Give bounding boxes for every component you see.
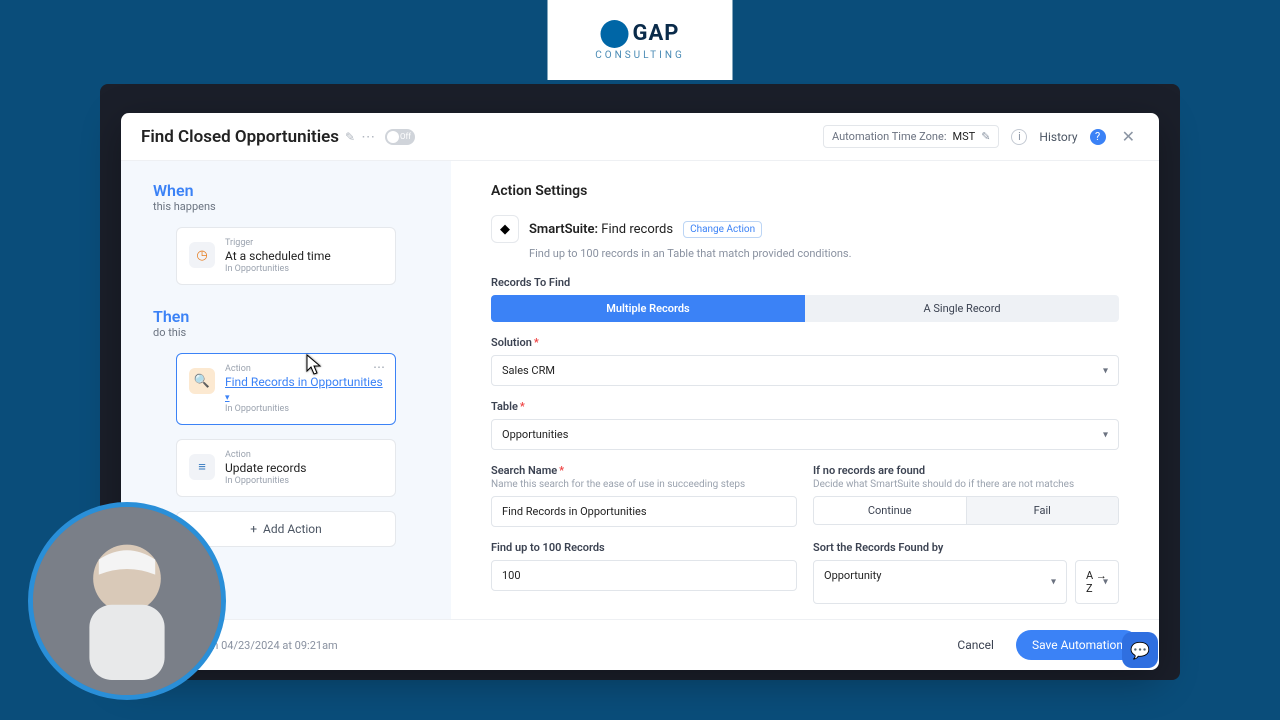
table-select[interactable]: Opportunities [491,419,1119,450]
brand-badge: GAP CONSULTING [548,0,733,80]
app-name: SmartSuite: Find records [529,222,673,237]
action-settings-panel: Action Settings ◆ SmartSuite: Find recor… [451,161,1159,619]
save-automation-button[interactable]: Save Automation [1016,630,1139,660]
automation-modal: Find Closed Opportunities ✎ ⋯ Off Automa… [121,113,1159,670]
modal-header: Find Closed Opportunities ✎ ⋯ Off Automa… [121,113,1159,161]
when-sub: this happens [153,200,216,213]
then-title: Then [153,307,189,326]
change-action-button[interactable]: Change Action [683,221,762,238]
modal-footer: th Pronovost on 04/23/2024 at 09:21am Ca… [121,619,1159,670]
smartsuite-app-icon: ◆ [491,215,519,243]
then-sub: do this [153,326,189,339]
records-to-find-segment: Multiple Records A Single Record [491,295,1119,322]
add-action-button[interactable]: + Add Action [176,511,396,547]
trigger-card[interactable]: ◷ Trigger At a scheduled time In Opportu… [176,227,396,285]
action-find-records-card[interactable]: ⋯ 🔍 Action Find Records in Opportunities… [176,353,396,425]
edit-title-icon[interactable]: ✎ [345,130,355,144]
search-name-label: Search Name* [491,464,797,477]
app-desc: Find up to 100 records in an Table that … [529,247,1119,260]
action1-sub: In Opportunities [225,404,383,414]
history-link[interactable]: History [1039,130,1077,144]
when-header: When this happens [151,181,216,213]
automation-title: Find Closed Opportunities [141,127,339,147]
plus-icon: + [250,522,257,536]
continue-option[interactable]: Continue [814,497,966,524]
search-name-input[interactable] [491,496,797,527]
records-to-find-label: Records To Find [491,276,1119,289]
fail-option[interactable]: Fail [966,497,1119,524]
automation-toggle[interactable]: Off [385,129,415,145]
trigger-sub: In Opportunities [225,264,383,274]
sort-by-label: Sort the Records Found by [813,541,1119,554]
timezone-pill[interactable]: Automation Time Zone: MST ✎ [823,125,999,148]
schedule-icon: ◷ [189,242,215,268]
action2-label: Action [225,450,383,460]
action-update-records-card[interactable]: ≡ Action Update records In Opportunities [176,439,396,497]
add-action-label: Add Action [263,522,322,536]
multiple-records-option[interactable]: Multiple Records [491,295,805,322]
brand-logo-icon [601,20,629,48]
info-icon[interactable]: i [1011,129,1027,145]
find-up-label: Find up to 100 Records [491,541,797,554]
when-title: When [153,181,216,200]
brand-sub: CONSULTING [595,50,685,61]
if-no-records-hint: Decide what SmartSuite should do if ther… [813,479,1119,490]
search-name-hint: Name this search for the ease of use in … [491,479,797,490]
card-more-icon[interactable]: ⋯ [373,360,385,374]
action2-title: Update records [225,461,383,475]
toggle-label: Off [400,132,411,141]
sort-field-select[interactable]: Opportunity [813,560,1067,604]
if-no-records-segment: Continue Fail [813,496,1119,525]
person-icon [33,507,221,695]
table-label: Table* [491,400,1119,413]
panel-title: Action Settings [491,183,1119,199]
chat-fab[interactable]: 💬 [1122,632,1158,668]
close-icon[interactable]: ✕ [1118,127,1139,146]
pencil-icon[interactable]: ✎ [981,130,990,143]
action1-title[interactable]: Find Records in Opportunities [225,375,383,403]
cancel-button[interactable]: Cancel [945,630,1006,660]
update-icon: ≡ [189,454,215,480]
action1-label: Action [225,364,383,374]
search-icon: 🔍 [189,368,215,394]
sort-direction-select[interactable]: A → Z [1075,560,1119,604]
tz-label: Automation Time Zone: [832,130,946,143]
action2-sub: In Opportunities [225,476,383,486]
trigger-title: At a scheduled time [225,249,383,263]
solution-label: Solution* [491,336,1119,349]
help-icon[interactable]: ? [1090,129,1106,145]
single-record-option[interactable]: A Single Record [805,295,1119,322]
trigger-label: Trigger [225,238,383,248]
solution-select[interactable]: Sales CRM [491,355,1119,386]
tz-value: MST [952,130,975,143]
title-more-icon[interactable]: ⋯ [361,129,375,145]
brand-name: GAP [633,21,680,46]
then-header: Then do this [151,307,189,339]
find-limit-input[interactable] [491,560,797,591]
if-no-records-label: If no records are found [813,464,1119,477]
presenter-webcam [28,502,226,700]
